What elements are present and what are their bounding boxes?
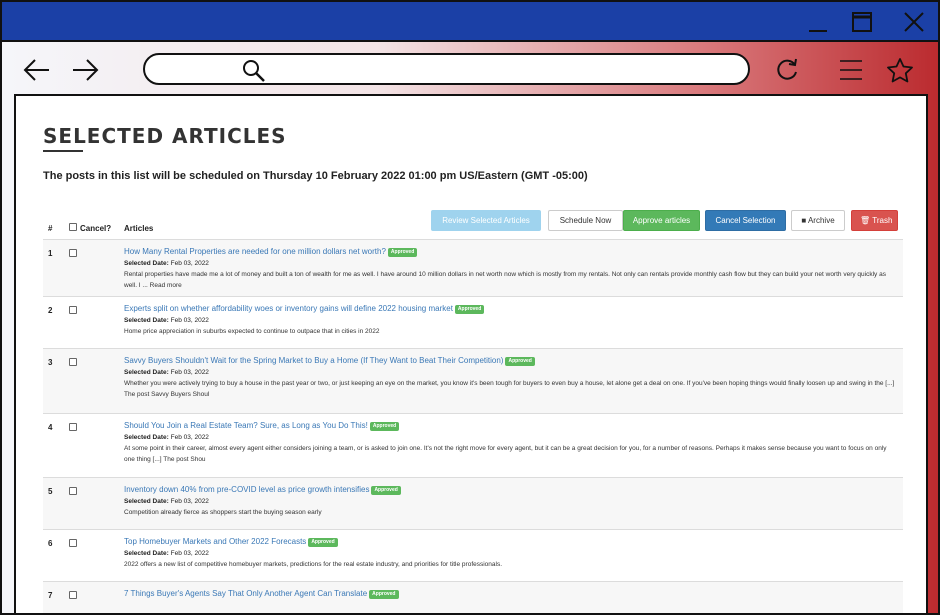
- title-bar: [2, 2, 938, 42]
- menu-icon[interactable]: [838, 57, 864, 83]
- cancel-checkbox[interactable]: [69, 539, 77, 547]
- article-excerpt: Competition already fierce as shoppers s…: [124, 509, 322, 516]
- schedule-info: The posts in this list will be scheduled…: [43, 170, 588, 182]
- row-number: 7: [48, 591, 53, 600]
- approved-badge: Approved: [308, 538, 338, 547]
- table-row: 7 7 Things Buyer's Agents Say That Only …: [43, 582, 903, 613]
- row-number: 5: [48, 487, 53, 496]
- article-excerpt: Whether you were actively trying to buy …: [124, 380, 895, 398]
- cancel-checkbox[interactable]: [69, 423, 77, 431]
- article-list: 1 How Many Rental Properties are needed …: [43, 240, 903, 613]
- schedule-now-button[interactable]: Schedule Now: [548, 210, 623, 231]
- close-icon[interactable]: [902, 10, 926, 34]
- table-row: 3 Savvy Buyers Shouldn't Wait for the Sp…: [43, 349, 903, 414]
- selected-date-label: Selected Date:: [124, 550, 169, 557]
- approve-articles-button[interactable]: Approve articles: [623, 210, 700, 231]
- article-excerpt: 2022 offers a new list of competitive ho…: [124, 561, 503, 568]
- trash-button[interactable]: 🗑 Trash: [851, 210, 898, 231]
- selected-date: Feb 03, 2022: [170, 369, 209, 376]
- cancel-checkbox[interactable]: [69, 487, 77, 495]
- title-underline: [43, 150, 83, 152]
- selected-date-label: Selected Date:: [124, 498, 169, 505]
- row-number: 6: [48, 539, 53, 548]
- trash-label: Trash: [872, 216, 893, 225]
- selected-date: Feb 03, 2022: [170, 498, 209, 505]
- cancel-checkbox[interactable]: [69, 249, 77, 257]
- reload-icon[interactable]: [774, 57, 800, 83]
- cancel-checkbox[interactable]: [69, 306, 77, 314]
- table-header: # Cancel? Articles Review Selected Artic…: [43, 210, 903, 240]
- search-icon: [243, 60, 265, 82]
- table-row: 4 Should You Join a Real Estate Team? Su…: [43, 414, 903, 478]
- header-articles: Articles: [124, 224, 154, 233]
- row-number: 3: [48, 358, 53, 367]
- table-row: 5 Inventory down 40% from pre-COVID leve…: [43, 478, 903, 530]
- article-title-link[interactable]: Inventory down 40% from pre-COVID level …: [124, 485, 369, 494]
- minimize-icon[interactable]: [806, 10, 830, 34]
- article-title-link[interactable]: 7 Things Buyer's Agents Say That Only An…: [124, 589, 367, 598]
- review-selected-button[interactable]: Review Selected Articles: [431, 210, 541, 231]
- cancel-all-checkbox[interactable]: [69, 223, 77, 231]
- browser-toolbar: SELECTED ARTICLES The posts in this list…: [2, 42, 938, 613]
- approved-badge: Approved: [387, 248, 418, 257]
- selected-date-label: Selected Date:: [124, 369, 169, 376]
- star-icon[interactable]: [886, 57, 914, 83]
- approved-badge: Approved: [369, 422, 400, 431]
- header-cancel: Cancel?: [80, 224, 112, 233]
- table-row: 1 How Many Rental Properties are needed …: [43, 240, 903, 297]
- article-title-link[interactable]: Top Homebuyer Markets and Other 2022 For…: [124, 537, 306, 546]
- selected-date: Feb 03, 2022: [170, 317, 209, 324]
- cancel-selection-button[interactable]: Cancel Selection: [705, 210, 786, 231]
- approved-badge: Approved: [369, 590, 399, 599]
- maximize-icon[interactable]: [850, 10, 874, 34]
- article-excerpt: Rental properties have made me a lot of …: [124, 271, 886, 289]
- row-number: 4: [48, 423, 53, 432]
- cancel-checkbox[interactable]: [69, 358, 77, 366]
- trash-icon: 🗑: [860, 216, 871, 225]
- page-viewport: SELECTED ARTICLES The posts in this list…: [14, 94, 928, 613]
- approved-badge: Approved: [454, 305, 485, 314]
- archive-button[interactable]: ■ Archive: [791, 210, 845, 231]
- article-title-link[interactable]: Should You Join a Real Estate Team? Sure…: [124, 421, 368, 430]
- selected-date-label: Selected Date:: [124, 260, 169, 267]
- table-row: 6 Top Homebuyer Markets and Other 2022 F…: [43, 530, 903, 582]
- article-excerpt: At some point in their career, almost ev…: [124, 445, 887, 463]
- selected-date: Feb 03, 2022: [170, 550, 209, 557]
- row-number: 2: [48, 306, 53, 315]
- approved-badge: Approved: [371, 486, 401, 495]
- article-title-link[interactable]: Experts split on whether affordability w…: [124, 304, 453, 313]
- address-bar[interactable]: [143, 53, 750, 85]
- selected-date: Feb 03, 2022: [170, 260, 209, 267]
- archive-icon: ■: [801, 216, 807, 225]
- browser-window: SELECTED ARTICLES The posts in this list…: [0, 0, 940, 615]
- header-number: #: [48, 224, 53, 233]
- selected-date-label: Selected Date:: [124, 434, 169, 441]
- forward-arrow-icon[interactable]: [70, 57, 100, 83]
- cancel-checkbox[interactable]: [69, 591, 77, 599]
- article-title-link[interactable]: How Many Rental Properties are needed fo…: [124, 247, 386, 256]
- row-number: 1: [48, 249, 53, 258]
- back-arrow-icon[interactable]: [22, 57, 52, 83]
- page-title: SELECTED ARTICLES: [43, 124, 287, 148]
- table-row: 2 Experts split on whether affordability…: [43, 297, 903, 349]
- selected-date: Feb 03, 2022: [170, 434, 209, 441]
- selected-date-label: Selected Date:: [124, 317, 169, 324]
- archive-label: Archive: [807, 216, 835, 225]
- approved-badge: Approved: [505, 357, 535, 366]
- article-title-link[interactable]: Savvy Buyers Shouldn't Wait for the Spri…: [124, 356, 503, 365]
- article-excerpt: Home price appreciation in suburbs expec…: [124, 328, 380, 335]
